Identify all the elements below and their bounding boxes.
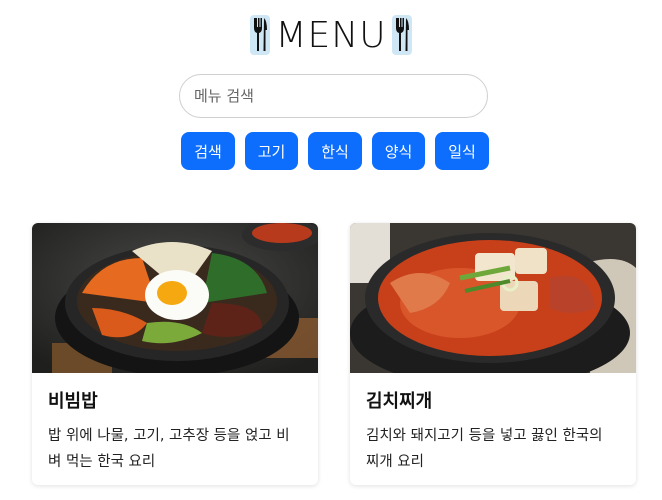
card-description: 밥 위에 나물, 고기, 고추장 등을 얹고 비벼 먹는 한국 요리 bbox=[48, 428, 290, 470]
fork-knife-icon bbox=[391, 15, 412, 55]
kimchi-stew-image bbox=[350, 223, 636, 373]
menu-card[interactable]: 비빔밥 밥 위에 나물, 고기, 고추장 등을 얹고 비벼 먹는 한국 요리 bbox=[32, 223, 318, 485]
bibimbap-image bbox=[32, 223, 318, 373]
filter-western-button[interactable]: 양식 bbox=[372, 132, 425, 170]
fork-knife-icon bbox=[250, 15, 271, 55]
page-title: MENU bbox=[275, 14, 387, 56]
filter-meat-button[interactable]: 고기 bbox=[245, 132, 298, 170]
card-title: 김치찌개 bbox=[366, 391, 433, 412]
filter-japanese-button[interactable]: 일식 bbox=[435, 132, 489, 170]
header: MENU bbox=[0, 12, 662, 58]
category-buttons: 검색 고기 한식 양식 일식 bbox=[181, 132, 489, 170]
filter-korean-button[interactable]: 한식 bbox=[308, 132, 362, 170]
menu-card[interactable]: 김치찌개 김치와 돼지고기 등을 넣고 끓인 한국의 찌개 요리 bbox=[350, 223, 636, 485]
search-button[interactable]: 검색 bbox=[181, 132, 235, 170]
card-description: 김치와 돼지고기 등을 넣고 끓인 한국의 찌개 요리 bbox=[366, 428, 603, 470]
card-title: 비빔밥 bbox=[48, 391, 98, 412]
search-input[interactable] bbox=[179, 74, 488, 118]
